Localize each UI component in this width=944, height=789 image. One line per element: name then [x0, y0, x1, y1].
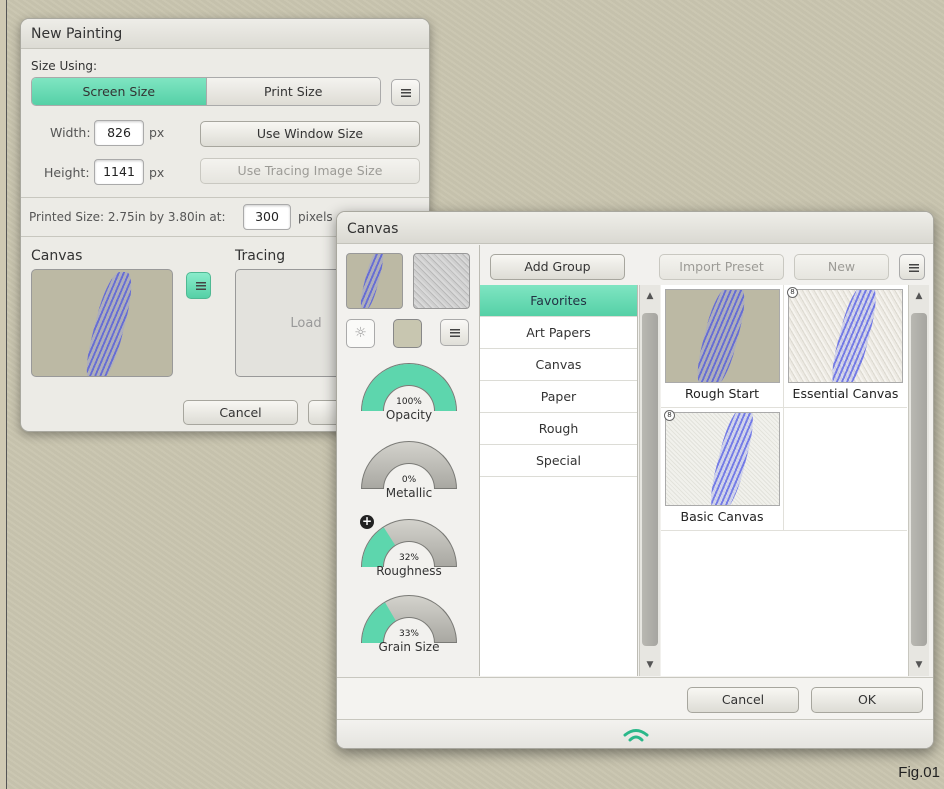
opacity-value: 100%	[396, 397, 422, 407]
scrollbar-thumb[interactable]	[911, 313, 927, 646]
preset-name: Essential Canvas	[792, 386, 899, 401]
metallic-value: 0%	[401, 475, 417, 485]
grain-size-gauge[interactable]: 33% Grain Size	[361, 595, 457, 667]
canvas-properties-pane: ☼ 100% Opacity 0% Metallic 32% Roughness…	[337, 245, 480, 676]
preset-tile-rough-start[interactable]: Rough Start	[661, 285, 784, 408]
wireless-toggle-icon[interactable]	[622, 726, 650, 744]
size-using-label: Size Using:	[31, 59, 98, 73]
opacity-gauge[interactable]: 100% Opacity	[361, 363, 457, 435]
empty-preset-slot	[784, 408, 907, 531]
preset-thumbnail	[788, 289, 903, 383]
brush-stroke-preview	[704, 413, 760, 505]
grain-size-value: 33%	[398, 629, 419, 639]
metallic-label: Metallic	[385, 486, 433, 500]
preset-name: Rough Start	[684, 386, 760, 401]
preset-name: Basic Canvas	[680, 509, 764, 524]
preset-tile-basic-canvas[interactable]: 8 Basic Canvas	[661, 408, 784, 531]
tab-print-size[interactable]: Print Size	[205, 78, 380, 105]
preset-menu-icon[interactable]	[899, 254, 925, 280]
dpi-field[interactable]: 300	[243, 204, 291, 230]
group-item-special[interactable]: Special	[480, 445, 637, 477]
use-window-size-button[interactable]: Use Window Size	[200, 121, 420, 147]
group-item-favorites[interactable]: Favorites	[480, 285, 637, 317]
group-item-art-papers[interactable]: Art Papers	[480, 317, 637, 349]
import-preset-button[interactable]: Import Preset	[659, 254, 784, 280]
brush-stroke-preview	[825, 290, 883, 382]
preset-badge-icon: 8	[787, 287, 798, 298]
figure-label: Fig.01	[898, 764, 940, 781]
preset-badge-icon: 8	[664, 410, 675, 421]
dpi-unit: pixels	[298, 210, 333, 224]
scroll-up-icon[interactable]: ▲	[640, 291, 660, 301]
preset-grid-scrollbar[interactable]: ▲ ▼	[908, 285, 929, 676]
scroll-down-icon[interactable]: ▼	[909, 660, 929, 670]
use-tracing-image-size-button[interactable]: Use Tracing Image Size	[200, 158, 420, 184]
cancel-button[interactable]: Cancel	[183, 400, 298, 425]
canvas-section-label: Canvas	[31, 248, 83, 264]
roughness-label: Roughness	[376, 564, 442, 578]
canvas-dialog: Canvas ☼ 100% Opacity 0% Metallic 32% Ro…	[336, 211, 934, 749]
group-list: Favorites Art Papers Canvas Paper Rough …	[480, 285, 638, 676]
height-label: Height:	[44, 165, 90, 180]
grain-size-label: Grain Size	[378, 640, 440, 654]
width-unit: px	[149, 125, 165, 140]
plus-icon[interactable]: +	[360, 515, 374, 529]
canvas-preview[interactable]	[31, 269, 173, 377]
brush-stroke-preview	[690, 290, 752, 382]
height-field[interactable]: 1141	[94, 159, 144, 185]
preset-thumbnail	[665, 412, 780, 506]
new-preset-button[interactable]: New	[794, 254, 889, 280]
add-group-button[interactable]: Add Group	[490, 254, 625, 280]
size-options-menu-icon[interactable]	[391, 79, 420, 106]
preset-thumbnail	[665, 289, 780, 383]
canvas-dialog-title: Canvas	[337, 212, 933, 244]
printed-size-label: Printed Size: 2.75in by 3.80in at:	[29, 210, 226, 224]
dialog-title: New Painting	[21, 19, 429, 49]
group-list-scrollbar[interactable]: ▲ ▼	[639, 285, 660, 676]
size-using-segment: Screen Size Print Size	[31, 77, 381, 106]
brush-stroke-preview	[80, 272, 138, 376]
width-field[interactable]: 826	[94, 120, 144, 146]
metallic-gauge[interactable]: 0% Metallic	[361, 441, 457, 513]
roughness-value: 32%	[398, 553, 419, 563]
collapse-bar	[337, 719, 933, 748]
tracing-section-label: Tracing	[235, 248, 286, 264]
group-item-rough[interactable]: Rough	[480, 413, 637, 445]
scroll-up-icon[interactable]: ▲	[909, 291, 929, 301]
opacity-label: Opacity	[385, 408, 433, 422]
group-item-canvas[interactable]: Canvas	[480, 349, 637, 381]
width-label: Width:	[50, 125, 91, 140]
scroll-down-icon[interactable]: ▼	[640, 660, 660, 670]
group-item-paper[interactable]: Paper	[480, 381, 637, 413]
preset-grid: Rough Start 8 Essential Canvas 8 Basic C…	[661, 285, 908, 676]
tab-screen-size[interactable]: Screen Size	[32, 78, 206, 105]
canvas-options-menu-icon[interactable]	[186, 272, 211, 299]
ok-button[interactable]: OK	[811, 687, 923, 713]
preset-tile-essential-canvas[interactable]: 8 Essential Canvas	[784, 285, 907, 408]
roughness-gauge[interactable]: 32% Roughness +	[360, 515, 457, 591]
scrollbar-thumb[interactable]	[642, 313, 658, 646]
divider	[21, 197, 429, 198]
height-unit: px	[149, 165, 165, 180]
cancel-button[interactable]: Cancel	[687, 687, 799, 713]
dialog-footer: Cancel OK	[337, 677, 933, 719]
